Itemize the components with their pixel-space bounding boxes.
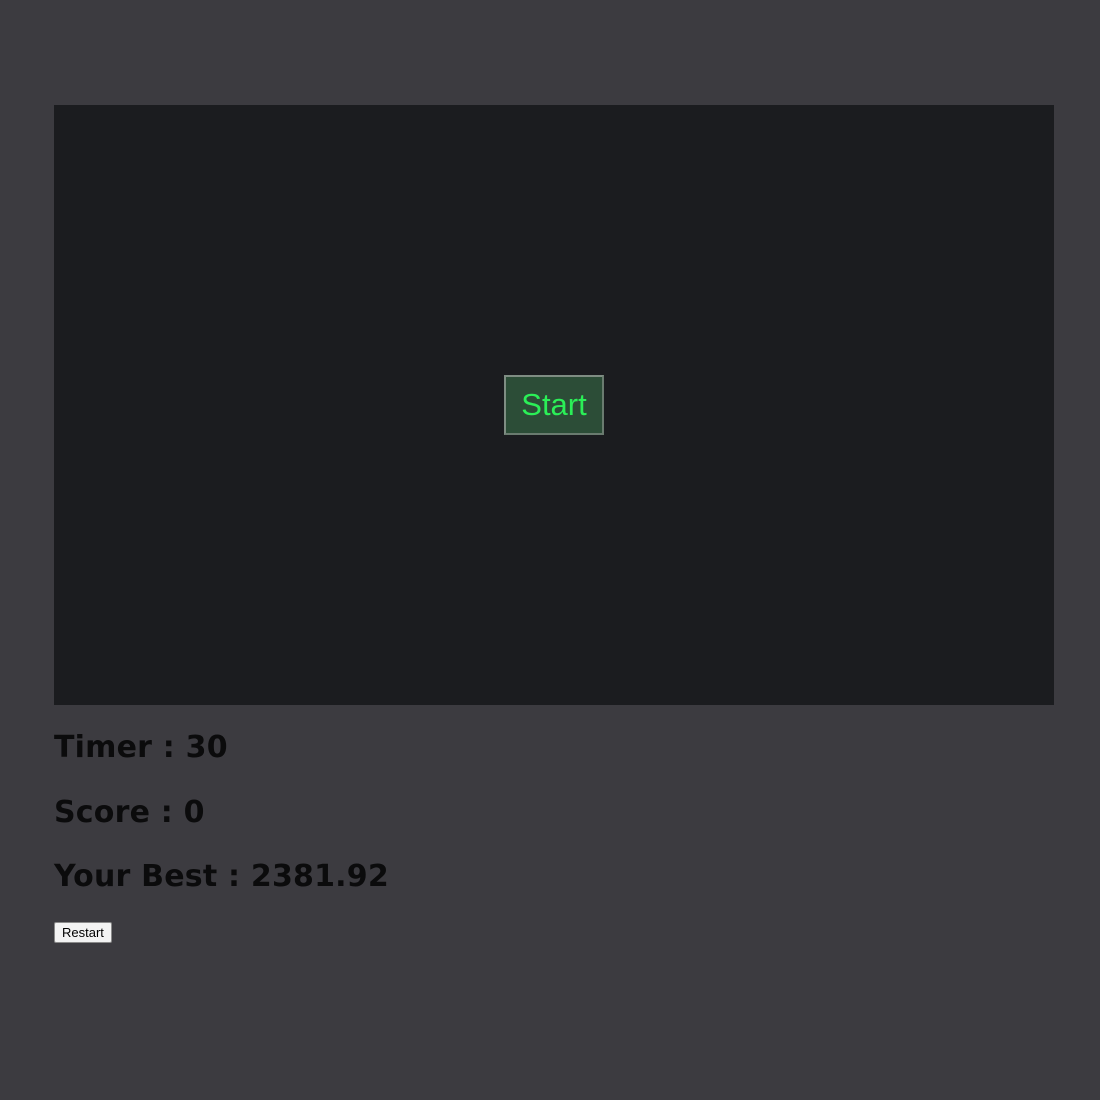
best-score-display: Your Best : 2381.92 bbox=[54, 859, 389, 894]
best-score-value: 2381.92 bbox=[250, 859, 389, 894]
score-display: Score : 0 bbox=[54, 795, 205, 830]
score-value: 0 bbox=[183, 795, 205, 830]
timer-display: Timer : 30 bbox=[54, 730, 228, 765]
game-canvas[interactable]: Start bbox=[54, 105, 1054, 705]
timer-value: 30 bbox=[185, 730, 228, 765]
timer-label: Timer : bbox=[54, 730, 186, 765]
start-button[interactable]: Start bbox=[504, 375, 604, 435]
best-score-label: Your Best : bbox=[54, 859, 251, 894]
score-label: Score : bbox=[54, 795, 184, 830]
restart-button[interactable]: Restart bbox=[54, 922, 112, 943]
